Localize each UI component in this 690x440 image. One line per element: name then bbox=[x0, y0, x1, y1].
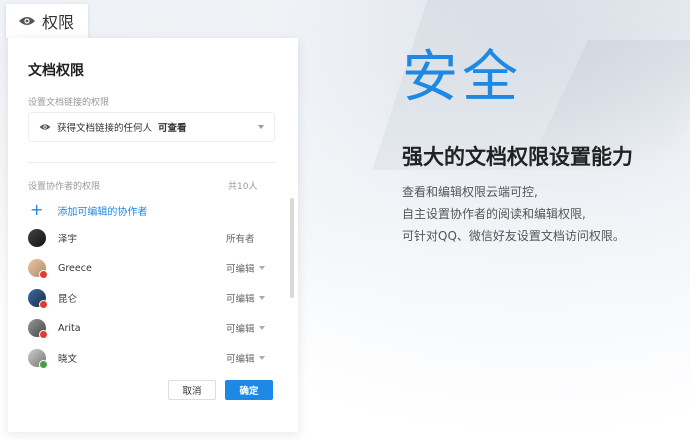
member-role-dropdown[interactable]: 可编辑 bbox=[226, 351, 272, 365]
hero-description: 查看和编辑权限云端可控, 自主设置协作者的阅读和编辑权限, 可针对QQ、微信好友… bbox=[402, 181, 625, 247]
eye-icon bbox=[39, 124, 51, 130]
avatar bbox=[28, 229, 46, 247]
link-permission-select[interactable]: 获得文档链接的任何人 可查看 bbox=[28, 112, 275, 142]
avatar bbox=[28, 319, 48, 339]
member-row: 昆仑 可编辑 bbox=[28, 288, 272, 309]
collaborator-count: 共10人 bbox=[228, 182, 258, 192]
chevron-down-icon bbox=[258, 125, 264, 129]
link-permission-label: 设置文档链接的权限 bbox=[28, 98, 110, 108]
add-collaborator-button[interactable]: + 添加可编辑的协作者 bbox=[30, 202, 147, 218]
member-role: 所有者 bbox=[226, 231, 272, 245]
chevron-down-icon bbox=[258, 296, 265, 300]
hero-subtitle: 强大的文档权限设置能力 bbox=[402, 145, 633, 169]
link-permission-text: 获得文档链接的任何人 bbox=[57, 123, 153, 134]
member-role-label: 所有者 bbox=[226, 234, 255, 245]
hero-description-line: 自主设置协作者的阅读和编辑权限, bbox=[402, 207, 586, 221]
member-role-dropdown[interactable]: 可编辑 bbox=[226, 291, 272, 305]
chevron-down-icon bbox=[258, 266, 265, 270]
chevron-down-icon bbox=[258, 326, 265, 330]
chevron-down-icon bbox=[258, 356, 265, 360]
link-permission-value: 可查看 bbox=[158, 123, 187, 134]
collaborator-section-label: 设置协作者的权限 bbox=[28, 182, 101, 192]
member-role-dropdown[interactable]: 可编辑 bbox=[226, 321, 272, 335]
member-role-label: 可编辑 bbox=[226, 324, 255, 335]
hero-description-line: 查看和编辑权限云端可控, bbox=[402, 185, 538, 199]
status-badge bbox=[39, 300, 48, 309]
member-role-label: 可编辑 bbox=[226, 264, 255, 275]
member-row: Greece 可编辑 bbox=[28, 258, 272, 279]
member-name: 晓文 bbox=[58, 354, 78, 365]
cancel-button[interactable]: 取消 bbox=[168, 380, 216, 400]
avatar bbox=[28, 289, 48, 309]
status-badge bbox=[39, 270, 48, 279]
hero-title: 安全 bbox=[402, 45, 522, 110]
member-role-dropdown[interactable]: 可编辑 bbox=[226, 261, 272, 275]
status-badge bbox=[39, 360, 48, 369]
member-row: 晓文 可编辑 bbox=[28, 348, 272, 369]
scrollbar[interactable] bbox=[290, 198, 294, 298]
tag-label: 权限 bbox=[42, 13, 75, 32]
add-collaborator-label: 添加可编辑的协作者 bbox=[57, 206, 148, 218]
panel-title: 文档权限 bbox=[28, 63, 84, 79]
member-row: 泽宇 所有者 bbox=[28, 228, 272, 248]
member-name: Greece bbox=[58, 262, 92, 274]
eye-icon bbox=[19, 17, 35, 25]
avatar bbox=[28, 259, 48, 279]
permission-tag: 权限 bbox=[6, 4, 88, 38]
member-role-label: 可编辑 bbox=[226, 354, 255, 365]
plus-icon: + bbox=[30, 200, 44, 219]
member-name: Arita bbox=[58, 322, 81, 334]
hero-description-line: 可针对QQ、微信好友设置文档访问权限。 bbox=[402, 229, 625, 243]
member-name: 泽宇 bbox=[58, 234, 78, 245]
avatar bbox=[28, 349, 48, 369]
member-role-label: 可编辑 bbox=[226, 294, 255, 305]
permission-panel: 文档权限 设置文档链接的权限 获得文档链接的任何人 可查看 设置协作者的权限 共… bbox=[8, 38, 298, 432]
member-row: Arita 可编辑 bbox=[28, 318, 272, 339]
confirm-button[interactable]: 确定 bbox=[225, 380, 273, 400]
member-name: 昆仑 bbox=[58, 294, 78, 305]
status-badge bbox=[39, 330, 48, 339]
divider bbox=[28, 162, 275, 163]
